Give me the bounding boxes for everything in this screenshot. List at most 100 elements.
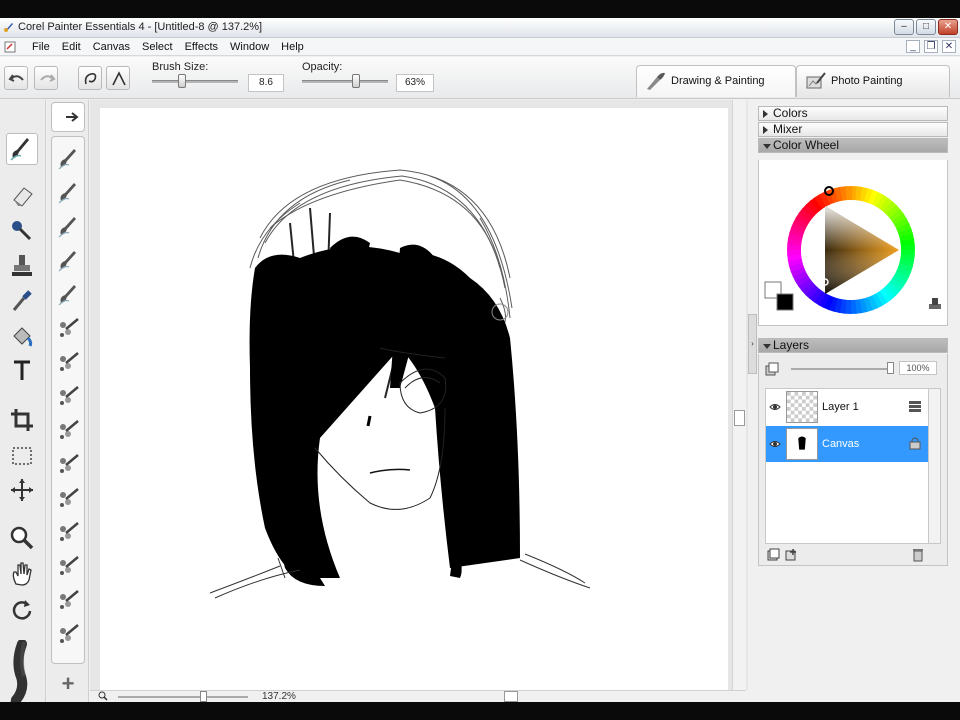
zoom-icon[interactable] [98, 691, 108, 701]
menu-effects[interactable]: Effects [179, 40, 224, 54]
transform-tool[interactable] [8, 476, 36, 504]
document-canvas[interactable] [100, 108, 728, 698]
straight-lines-button[interactable] [106, 66, 130, 90]
brush-variant-item[interactable] [56, 349, 82, 375]
cloner-tool[interactable] [8, 252, 36, 280]
move-arrows-icon [11, 479, 33, 501]
freehand-stroke-button[interactable] [78, 66, 102, 90]
layer-row-layer-1[interactable]: Layer 1 [766, 389, 928, 425]
color-sampler-icon[interactable] [929, 298, 941, 309]
crop-icon [11, 409, 33, 431]
stroke-preview-icon [10, 639, 28, 702]
rectangular-selection-tool[interactable] [8, 442, 36, 470]
brush-tool[interactable] [6, 133, 38, 165]
brush-size-value[interactable]: 8.6 [248, 74, 284, 92]
doc-restore-button[interactable]: ❐ [924, 40, 938, 53]
visibility-eye-icon[interactable] [769, 438, 781, 450]
brush-variant-item[interactable] [56, 621, 82, 647]
lock-icon [909, 437, 921, 450]
brush-size-slider[interactable] [152, 80, 238, 83]
blender-tool[interactable] [8, 216, 36, 244]
color-wheel-panel [758, 160, 948, 326]
menu-select[interactable]: Select [136, 40, 179, 54]
colors-panel-header[interactable]: Colors [758, 106, 948, 121]
brush-variant-item[interactable] [56, 247, 82, 273]
brush-variant-item[interactable] [56, 587, 82, 613]
horizontal-scroll-thumb[interactable] [504, 691, 518, 702]
layer-opacity-slider[interactable] [791, 368, 891, 370]
title-bar: Corel Painter Essentials 4 - [Untitled-8… [0, 18, 960, 38]
add-brush-button[interactable]: + [53, 672, 83, 698]
brush-variant-item[interactable] [56, 519, 82, 545]
text-tool[interactable] [8, 356, 36, 384]
brush-variant-item[interactable] [56, 553, 82, 579]
brush-category-icon [66, 112, 79, 122]
mixer-panel-header[interactable]: Mixer [758, 122, 948, 137]
menu-window[interactable]: Window [224, 40, 275, 54]
brush-variant-item[interactable] [56, 315, 82, 341]
brush-variant-item[interactable] [56, 213, 82, 239]
window-controls: – □ ✕ [894, 19, 958, 35]
layer-options-icons[interactable] [767, 548, 801, 562]
crop-tool[interactable] [8, 406, 36, 434]
brush-variant-item[interactable] [56, 383, 82, 409]
paint-bucket-tool[interactable] [8, 322, 36, 350]
menu-file[interactable]: File [26, 40, 56, 54]
brush-variant-item[interactable] [56, 179, 82, 205]
doc-minimize-button[interactable]: _ [906, 40, 920, 53]
panel-collapse-toggle[interactable]: › [748, 314, 757, 374]
main-color-swatch[interactable] [776, 293, 794, 311]
layer-name: Canvas [822, 438, 860, 450]
composite-method-icon[interactable] [765, 362, 779, 376]
visibility-eye-icon[interactable] [769, 401, 781, 413]
undo-button[interactable] [4, 66, 28, 90]
layer-opacity-thumb[interactable] [887, 362, 894, 374]
tab-photo-painting[interactable]: Photo Painting [796, 65, 950, 97]
status-bar: 137.2% [90, 690, 746, 702]
minimize-button[interactable]: – [894, 19, 914, 35]
menu-canvas[interactable]: Canvas [87, 40, 136, 54]
tab-drawing-painting[interactable]: Drawing & Painting [636, 65, 796, 97]
vertical-scrollbar[interactable] [732, 100, 746, 690]
opacity-slider-thumb[interactable] [352, 74, 361, 88]
layer-list-scrollbar[interactable] [929, 388, 941, 544]
expand-arrow-icon [763, 126, 768, 134]
layers-panel: 100% Layer 1 Canvas [758, 354, 948, 566]
zoom-slider-thumb[interactable] [200, 691, 207, 702]
delete-layer-icon[interactable] [911, 548, 925, 562]
menu-edit[interactable]: Edit [56, 40, 87, 54]
magnifier-tool[interactable] [8, 524, 36, 552]
layer-name: Layer 1 [822, 401, 859, 413]
brush-variant-item[interactable] [56, 451, 82, 477]
layer-stack-icon [909, 401, 921, 412]
doc-close-button[interactable]: ✕ [942, 40, 956, 53]
brush-size-slider-thumb[interactable] [178, 74, 187, 88]
close-button[interactable]: ✕ [938, 19, 958, 35]
opacity-value[interactable]: 63% [396, 74, 434, 92]
right-panels: Colors Mixer Color Wheel Layers 100% Lay… [758, 106, 950, 702]
brush-category-button[interactable] [51, 102, 85, 132]
zoom-level: 137.2% [262, 691, 296, 702]
brush-variant-item[interactable] [56, 145, 82, 171]
opacity-slider[interactable] [302, 80, 388, 83]
color-wheel-panel-header[interactable]: Color Wheel [758, 138, 948, 153]
menu-help[interactable]: Help [275, 40, 310, 54]
eraser-tool[interactable] [8, 182, 36, 210]
rotate-page-tool[interactable] [8, 596, 36, 624]
vertical-scroll-thumb[interactable] [734, 410, 745, 426]
brush-variant-icon [60, 556, 79, 575]
brush-variant-item[interactable] [56, 417, 82, 443]
redo-button[interactable] [34, 66, 58, 90]
collapse-arrow-icon [763, 144, 771, 149]
layer-row-canvas[interactable]: Canvas [766, 426, 928, 462]
brush-variant-item[interactable] [56, 281, 82, 307]
dropper-tool[interactable] [8, 286, 36, 314]
grabber-tool[interactable] [8, 560, 36, 588]
zoom-slider[interactable] [118, 696, 248, 698]
document-icon[interactable] [4, 41, 16, 53]
layer-opacity-value[interactable]: 100% [899, 361, 937, 375]
maximize-button[interactable]: □ [916, 19, 936, 35]
brush-variant-item[interactable] [56, 485, 82, 511]
color-wheel[interactable] [759, 160, 949, 326]
layers-panel-header[interactable]: Layers [758, 338, 948, 353]
